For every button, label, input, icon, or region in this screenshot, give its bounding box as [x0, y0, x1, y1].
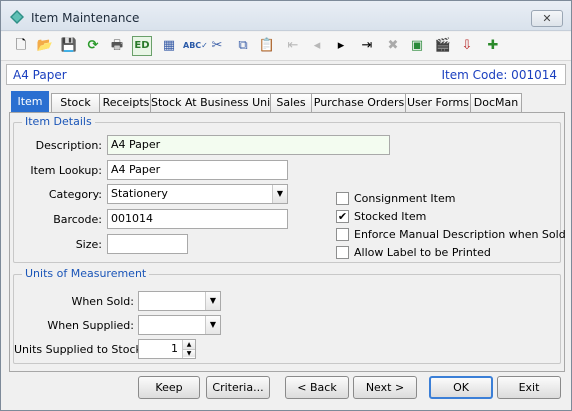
title-bar: Item Maintenance ✕ [1, 1, 571, 31]
toolbar: 🗋 📂 💾 ⟳ 🖶 ED ▦ ABC✓ ✂ ⧉ 📋 ⇤ ◂ ▸ ⇥ ✖ ▣ 🎬 … [1, 32, 571, 61]
chevron-down-icon[interactable]: ▼ [205, 316, 220, 334]
spin-down-icon[interactable]: ▼ [183, 349, 195, 357]
spin-up-icon[interactable]: ▲ [183, 340, 195, 349]
when-supplied-select[interactable]: ▼ [138, 315, 221, 335]
item-maintenance-window: Item Maintenance ✕ 🗋 📂 💾 ⟳ 🖶 ED ▦ ABC✓ ✂… [0, 0, 572, 411]
checkbox-label: Stocked Item [354, 210, 427, 223]
checkbox-box[interactable]: ✔ [336, 210, 349, 223]
next-button[interactable]: Next > [353, 376, 417, 399]
checkbox-box[interactable] [336, 228, 349, 241]
tab-strip: Item Stock Receipts Stock At Business Un… [9, 91, 565, 113]
barcode-field[interactable]: 001014 [107, 209, 288, 229]
tab-stock-at-business-units[interactable]: Stock At Business Units [150, 93, 280, 112]
barcode-label: Barcode: [53, 213, 102, 226]
size-label: Size: [75, 238, 102, 251]
category-value: Stationery [111, 187, 168, 200]
tab-stock[interactable]: Stock [51, 93, 100, 112]
item-lookup-field[interactable]: A4 Paper [107, 160, 288, 180]
copy-icon[interactable]: ⧉ [233, 36, 253, 56]
window-title: Item Maintenance [31, 11, 140, 25]
units-title: Units of Measurement [22, 267, 150, 280]
units-supplied-value: 1 [171, 342, 178, 355]
clapboard-icon[interactable]: 🎬 [433, 36, 453, 56]
add-note-icon[interactable]: ✚ [483, 36, 503, 56]
chevron-down-icon[interactable]: ▼ [205, 292, 220, 310]
units-of-measurement-group: Units of Measurement When Sold: ▼ When S… [13, 267, 561, 364]
when-supplied-label: When Supplied: [47, 319, 134, 332]
export-icon[interactable]: ⇩ [457, 36, 477, 56]
find-icon[interactable]: ▣ [407, 36, 427, 56]
spellcheck-icon[interactable]: ABC✓ [183, 36, 208, 56]
save-icon[interactable]: 💾 [59, 36, 79, 56]
delete-icon[interactable]: ✖ [383, 36, 403, 56]
print-icon[interactable]: 🖶 [107, 36, 127, 56]
description-field[interactable]: A4 Paper [107, 135, 390, 155]
checkbox-label: Allow Label to be Printed [354, 246, 491, 259]
item-details-title: Item Details [22, 115, 95, 128]
back-button[interactable]: < Back [285, 376, 349, 399]
tab-docman[interactable]: DocMan [470, 93, 522, 112]
previous-icon[interactable]: ◂ [307, 36, 327, 56]
item-name: A4 Paper [13, 68, 67, 82]
units-supplied-stepper[interactable]: 1 ▲ ▼ [138, 339, 196, 359]
category-label: Category: [48, 188, 102, 201]
spin-buttons[interactable]: ▲ ▼ [182, 340, 195, 358]
close-button[interactable]: ✕ [531, 10, 563, 27]
next-icon[interactable]: ▸ [331, 36, 351, 56]
tab-sales[interactable]: Sales [270, 93, 312, 112]
checkbox-box[interactable] [336, 246, 349, 259]
open-icon[interactable]: 📂 [35, 36, 55, 56]
first-icon[interactable]: ⇤ [283, 36, 303, 56]
item-lookup-label: Item Lookup: [30, 164, 102, 177]
new-icon[interactable]: 🗋 [11, 36, 31, 56]
size-field[interactable] [107, 234, 188, 254]
item-header: A4 Paper Item Code: 001014 [6, 64, 566, 85]
keep-button[interactable]: Keep [138, 376, 200, 399]
tab-user-forms[interactable]: User Forms [405, 93, 471, 112]
ok-button[interactable]: OK [429, 376, 493, 399]
item-details-group: Item Details Description: A4 Paper Item … [13, 115, 566, 263]
when-sold-label: When Sold: [71, 295, 134, 308]
tab-receipts[interactable]: Receipts [99, 93, 153, 112]
tab-item[interactable]: Item [11, 91, 49, 113]
checkbox-label: Consignment Item [354, 192, 456, 205]
app-diamond-icon [10, 10, 24, 24]
last-icon[interactable]: ⇥ [357, 36, 377, 56]
item-code: Item Code: 001014 [441, 68, 557, 82]
edit-icon[interactable]: ED [132, 36, 152, 56]
item-tab-panel: Item Details Description: A4 Paper Item … [9, 112, 566, 372]
category-select[interactable]: Stationery ▼ [107, 184, 288, 204]
checkbox-label: Enforce Manual Description when Sold [354, 228, 566, 241]
chevron-down-icon[interactable]: ▼ [272, 185, 287, 203]
tab-purchase-orders[interactable]: Purchase Orders [311, 93, 407, 112]
criteria-button[interactable]: Criteria... [206, 376, 270, 399]
exit-button[interactable]: Exit [497, 376, 561, 399]
cut-icon[interactable]: ✂ [207, 36, 227, 56]
description-label: Description: [35, 139, 102, 152]
refresh-icon[interactable]: ⟳ [83, 36, 103, 56]
calculator-icon[interactable]: ▦ [159, 36, 179, 56]
units-supplied-label: Units Supplied to Stock: [14, 343, 146, 356]
paste-icon[interactable]: 📋 [257, 36, 277, 56]
checkbox-box[interactable] [336, 192, 349, 205]
when-sold-select[interactable]: ▼ [138, 291, 221, 311]
